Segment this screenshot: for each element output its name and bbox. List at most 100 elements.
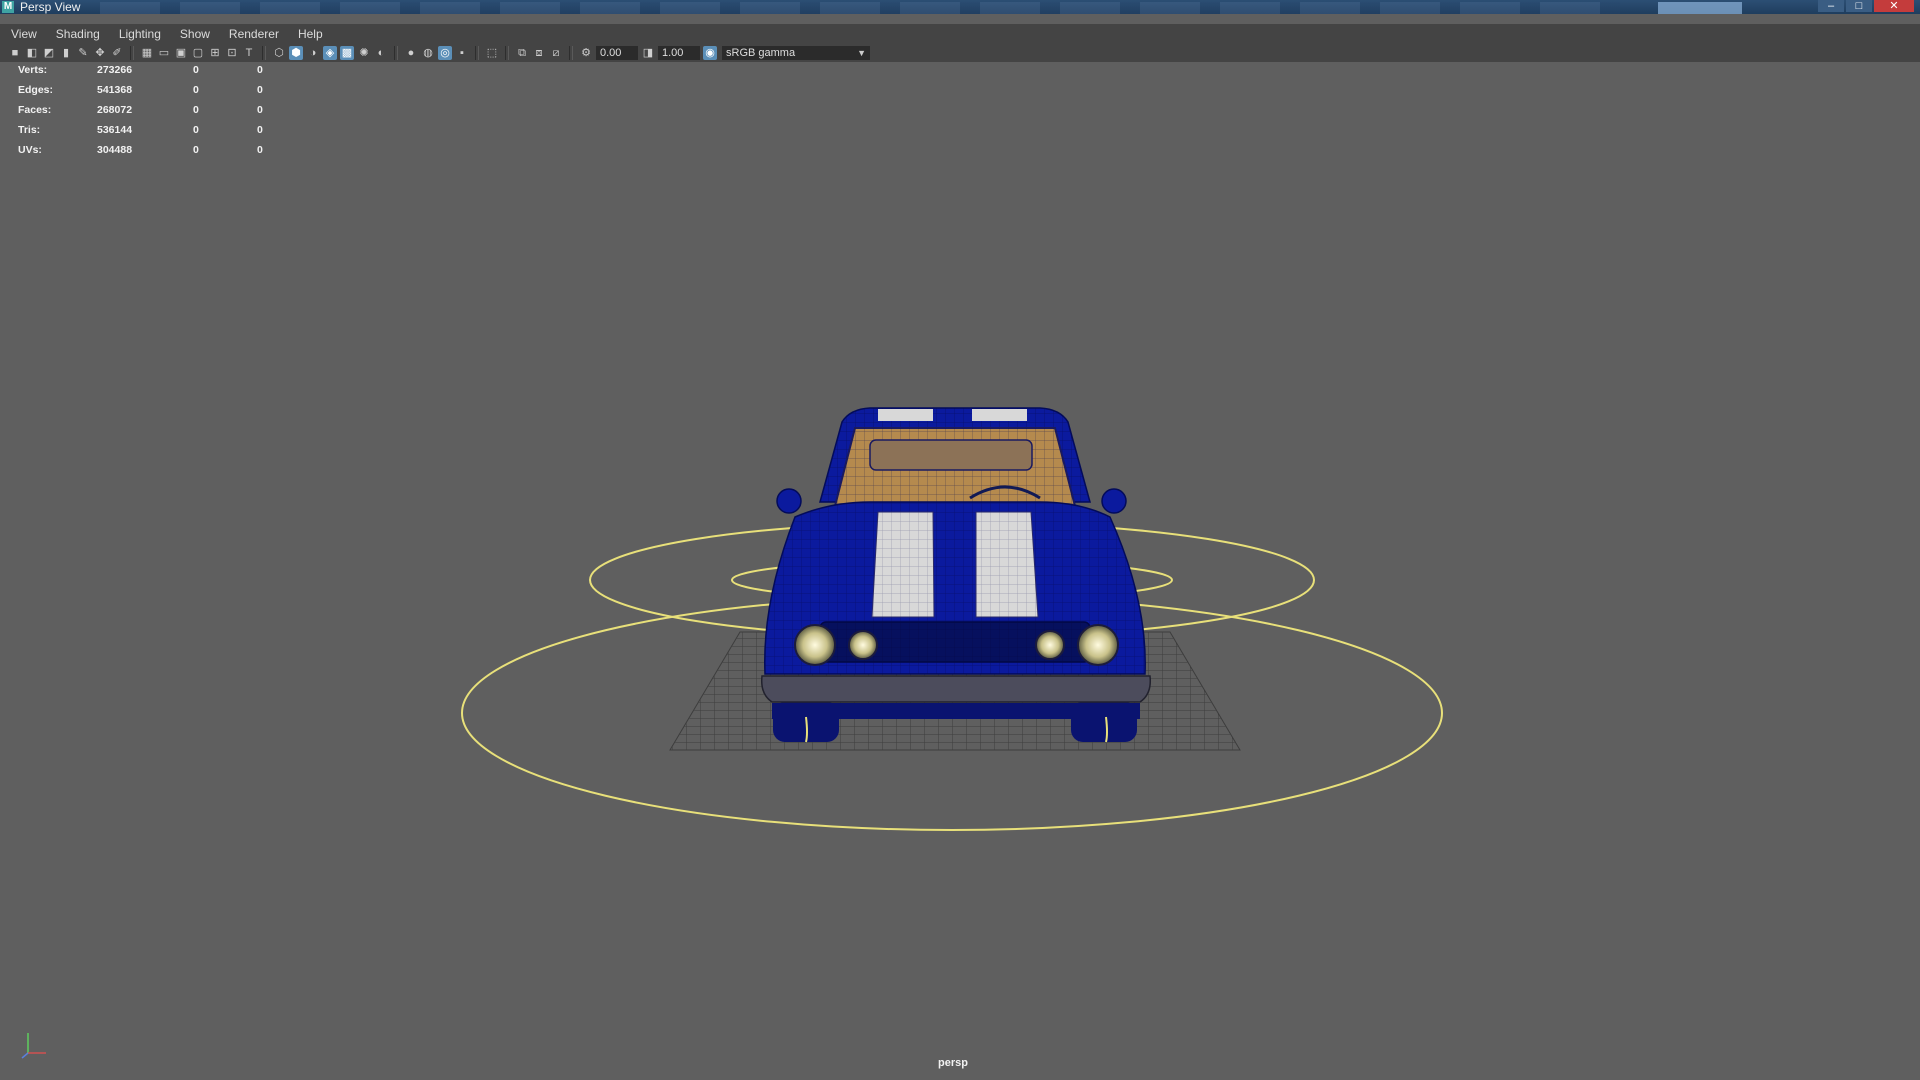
roof-stripe-left — [878, 409, 933, 421]
minimize-button[interactable]: – — [1818, 0, 1844, 12]
close-button[interactable]: ✕ — [1874, 0, 1914, 12]
title-bar: M Persp View – □ ✕ — [0, 0, 1920, 14]
maximize-button[interactable]: □ — [1846, 0, 1872, 12]
safe-title-icon[interactable]: T — [242, 46, 256, 60]
hud-value: 541368 — [97, 84, 133, 96]
shadows-icon[interactable]: ◐ — [374, 46, 388, 60]
hud-label: Edges: — [18, 84, 54, 96]
3d-viewport[interactable] — [0, 62, 1920, 1080]
wheel-control-right — [1105, 716, 1108, 743]
xray-joints-icon[interactable]: ⧄ — [549, 46, 563, 60]
motion-blur-icon[interactable]: ◍ — [421, 46, 435, 60]
chevron-down-icon: ▼ — [857, 48, 866, 58]
camera-icon[interactable]: ■ — [8, 46, 22, 60]
isolate-select-icon[interactable]: ⬚ — [485, 46, 499, 60]
poly-count-hud: Verts: 273266 0 0 Edges: 541368 0 0 Face… — [18, 64, 278, 164]
exposure-icon[interactable]: ⚙ — [579, 46, 593, 60]
background-active-tab — [1658, 2, 1742, 14]
hud-row-uvs: UVs: 304488 0 0 — [18, 144, 278, 164]
film-gate-icon[interactable]: ▭ — [157, 46, 171, 60]
depth-of-field-icon[interactable]: ▪ — [455, 46, 469, 60]
use-lights-icon[interactable]: ✺ — [357, 46, 371, 60]
hud-value: 536144 — [97, 124, 133, 136]
maya-persp-window: M Persp View – □ ✕ View Shading Lighting… — [0, 0, 1920, 1080]
field-chart-icon[interactable]: ⊞ — [208, 46, 222, 60]
grid-icon[interactable]: ▦ — [140, 46, 154, 60]
exposure-field[interactable]: 0.00 — [596, 46, 638, 60]
headlight-outer-right — [1077, 624, 1119, 666]
grease-pencil-icon[interactable]: ✐ — [110, 46, 124, 60]
panel-toolbar: ■ ◧ ◩ ▮ ✎ ✥ ✐ ▦ ▭ ▣ ▢ ⊞ ⊡ T ⬡ ⬢ ◑ ◈ ▩ ✺ … — [0, 44, 1920, 62]
hud-value: 0 — [193, 144, 199, 156]
hud-label: Faces: — [18, 104, 52, 116]
menu-view[interactable]: View — [0, 27, 45, 41]
hud-row-edges: Edges: 541368 0 0 — [18, 84, 278, 104]
xray-active-components-icon[interactable]: ⧈ — [532, 46, 546, 60]
view-transform-value: sRGB gamma — [726, 47, 796, 59]
hud-value: 0 — [193, 64, 199, 76]
hud-row-tris: Tris: 536144 0 0 — [18, 124, 278, 144]
mirror-left — [776, 488, 802, 514]
hud-value: 0 — [257, 64, 263, 76]
roof-stripe-right — [972, 409, 1027, 421]
2d-pan-zoom-icon[interactable]: ✥ — [93, 46, 107, 60]
screen-space-ao-icon[interactable]: ● — [404, 46, 418, 60]
hud-value: 0 — [257, 84, 263, 96]
toolbar-separator — [505, 46, 509, 60]
hud-value: 0 — [257, 124, 263, 136]
menu-show[interactable]: Show — [169, 27, 218, 41]
hud-value: 304488 — [97, 144, 133, 156]
bookmark-icon[interactable]: ◩ — [42, 46, 56, 60]
view-axis-gizmo — [21, 1033, 46, 1059]
hud-label: Tris: — [18, 124, 41, 136]
gate-mask-icon[interactable]: ▢ — [191, 46, 205, 60]
resolution-gate-icon[interactable]: ▣ — [174, 46, 188, 60]
default-material-icon[interactable]: ◑ — [306, 46, 320, 60]
maya-app-icon: M — [2, 1, 14, 13]
hud-value: 0 — [193, 104, 199, 116]
headlight-outer-left — [794, 624, 836, 666]
hud-row-verts: Verts: 273266 0 0 — [18, 64, 278, 84]
headlight-inner-left — [848, 630, 878, 660]
gamma-icon[interactable]: ◨ — [641, 46, 655, 60]
background-taskbar-tabs — [100, 2, 1620, 14]
hud-label: Verts: — [18, 64, 48, 76]
toolbar-separator — [569, 46, 573, 60]
headlight-inner-right — [1035, 630, 1065, 660]
hud-value: 0 — [257, 104, 263, 116]
toolbar-separator — [262, 46, 266, 60]
hud-row-faces: Faces: 268072 0 0 — [18, 104, 278, 124]
hud-value: 0 — [257, 144, 263, 156]
panel-menu-bar: View Shading Lighting Show Renderer Help — [0, 24, 1920, 44]
safe-action-icon[interactable]: ⊡ — [225, 46, 239, 60]
wheel-control-left — [805, 716, 808, 743]
gamma-field[interactable]: 1.00 — [658, 46, 700, 60]
hud-label: UVs: — [18, 144, 42, 156]
window-controls: – □ ✕ — [1818, 0, 1914, 14]
menu-help[interactable]: Help — [287, 27, 331, 41]
front-bumper — [760, 675, 1152, 703]
menu-shading[interactable]: Shading — [45, 27, 108, 41]
textured-icon[interactable]: ▩ — [340, 46, 354, 60]
toolbar-separator — [130, 46, 134, 60]
toolbar-separator — [394, 46, 398, 60]
menu-renderer[interactable]: Renderer — [218, 27, 287, 41]
grease-pencil-icon[interactable]: ✎ — [76, 46, 90, 60]
camera-name-label: persp — [938, 1057, 968, 1069]
camera-attributes-icon[interactable]: ◧ — [25, 46, 39, 60]
wireframe-icon[interactable]: ⬡ — [272, 46, 286, 60]
menu-lighting[interactable]: Lighting — [108, 27, 169, 41]
image-plane-icon[interactable]: ▮ — [59, 46, 73, 60]
mirror-right — [1101, 488, 1127, 514]
window-title: Persp View — [20, 0, 81, 14]
rear-window — [869, 439, 1033, 471]
hud-value: 273266 — [97, 64, 133, 76]
hud-value: 0 — [193, 124, 199, 136]
wireframe-on-shaded-icon[interactable]: ◈ — [323, 46, 337, 60]
anti-aliasing-icon[interactable]: ◎ — [438, 46, 452, 60]
hud-value: 0 — [193, 84, 199, 96]
smooth-shade-icon[interactable]: ⬢ — [289, 46, 303, 60]
xray-icon[interactable]: ⧉ — [515, 46, 529, 60]
color-management-icon[interactable]: ◉ — [703, 46, 717, 60]
view-transform-dropdown[interactable]: sRGB gamma ▼ — [722, 46, 870, 60]
